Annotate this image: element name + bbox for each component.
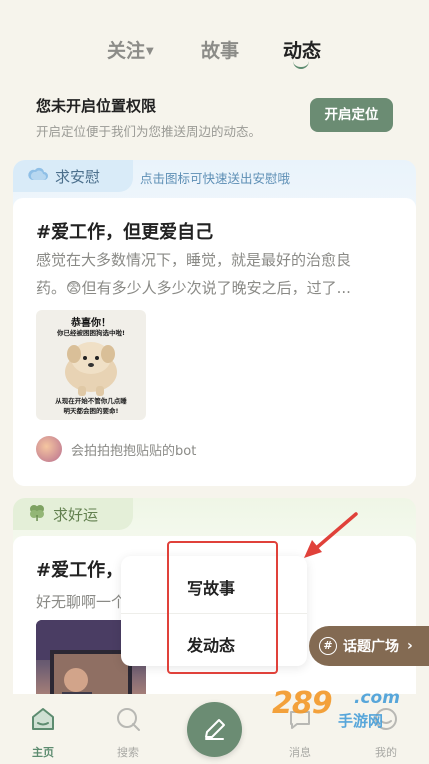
nav-search[interactable]: 搜索 bbox=[98, 706, 158, 760]
enable-location-button[interactable]: 开启定位 bbox=[310, 98, 393, 132]
create-post-button[interactable] bbox=[187, 702, 242, 757]
watermark-domain: .com bbox=[354, 688, 400, 708]
post-body: 感觉在大多数情况下，睡觉，就是最好的治愈良药。😨但有多少人多少次说了晚安之后，过… bbox=[36, 251, 352, 297]
top-tabs: 关注▼ 故事 动态 bbox=[0, 36, 429, 76]
tab-story[interactable]: 故事 bbox=[201, 36, 239, 63]
cloud-icon bbox=[27, 166, 49, 186]
highlight-box bbox=[167, 541, 278, 674]
clover-icon bbox=[27, 503, 47, 525]
post-image-puppy[interactable]: 恭喜你！ 你已经被困困狗选中啦! 从现在开始不管你几点睡 明天都会困的要命! bbox=[36, 310, 146, 420]
hash-icon: # bbox=[319, 637, 337, 655]
author-name: 会拍拍抱抱贴贴的bot bbox=[71, 443, 197, 459]
post-author[interactable]: 会拍拍抱抱贴贴的bot bbox=[36, 436, 196, 462]
post-title: #爱工作， bbox=[36, 560, 124, 581]
tab-dynamic[interactable]: 动态 bbox=[283, 36, 321, 63]
nav-home-label: 主页 bbox=[32, 746, 54, 759]
luck-badge-label: 求好运 bbox=[53, 505, 99, 524]
post-title: #爱工作，但更爱自己 bbox=[36, 222, 214, 243]
caret-down-icon: ▼ bbox=[146, 46, 154, 57]
nav-home[interactable]: 主页 bbox=[13, 706, 73, 760]
watermark-logo: 289 .com 手游网 bbox=[268, 686, 408, 730]
topic-square-label: 话题广场 bbox=[343, 639, 399, 655]
watermark-text: 手游网 bbox=[338, 712, 384, 730]
tab-follow-label: 关注 bbox=[107, 40, 146, 62]
location-permission-description: 开启定位便于我们为您推送周边的动态。 bbox=[36, 124, 262, 139]
comfort-hint: 点击图标可快速送出安慰哦 bbox=[140, 171, 291, 186]
comfort-badge[interactable]: 求安慰 bbox=[13, 160, 133, 192]
comfort-badge-label: 求安慰 bbox=[55, 167, 101, 186]
post-content[interactable]: #爱工作，但更爱自己 感觉在大多数情况下，睡觉，就是最好的治愈良药。😨但有多少人… bbox=[13, 198, 416, 486]
watermark-number: 289 bbox=[272, 686, 333, 721]
nav-search-label: 搜索 bbox=[117, 746, 139, 759]
pencil-icon bbox=[205, 719, 225, 740]
avatar[interactable] bbox=[36, 436, 62, 462]
nav-me-label: 我的 bbox=[375, 746, 397, 759]
puppy-illustration bbox=[65, 342, 117, 396]
luck-badge[interactable]: 求好运 bbox=[13, 498, 133, 530]
post-card-comfort[interactable]: 求安慰 点击图标可快速送出安慰哦 #爱工作，但更爱自己 感觉在大多数情况下，睡觉… bbox=[13, 160, 416, 486]
nav-messages-label: 消息 bbox=[289, 746, 311, 759]
active-tab-indicator bbox=[293, 61, 309, 69]
chevron-right-icon: › bbox=[407, 638, 413, 654]
search-icon bbox=[117, 708, 140, 731]
tab-follow[interactable]: 关注▼ bbox=[107, 36, 154, 63]
location-permission-title: 您未开启位置权限 bbox=[36, 97, 157, 115]
red-arrow-icon bbox=[304, 512, 358, 558]
meme-text-3: 从现在开始不管你几点睡 明天都会困的要命! bbox=[55, 397, 127, 415]
home-icon bbox=[32, 708, 54, 730]
topic-square-button[interactable]: # 话题广场 › bbox=[309, 626, 429, 666]
